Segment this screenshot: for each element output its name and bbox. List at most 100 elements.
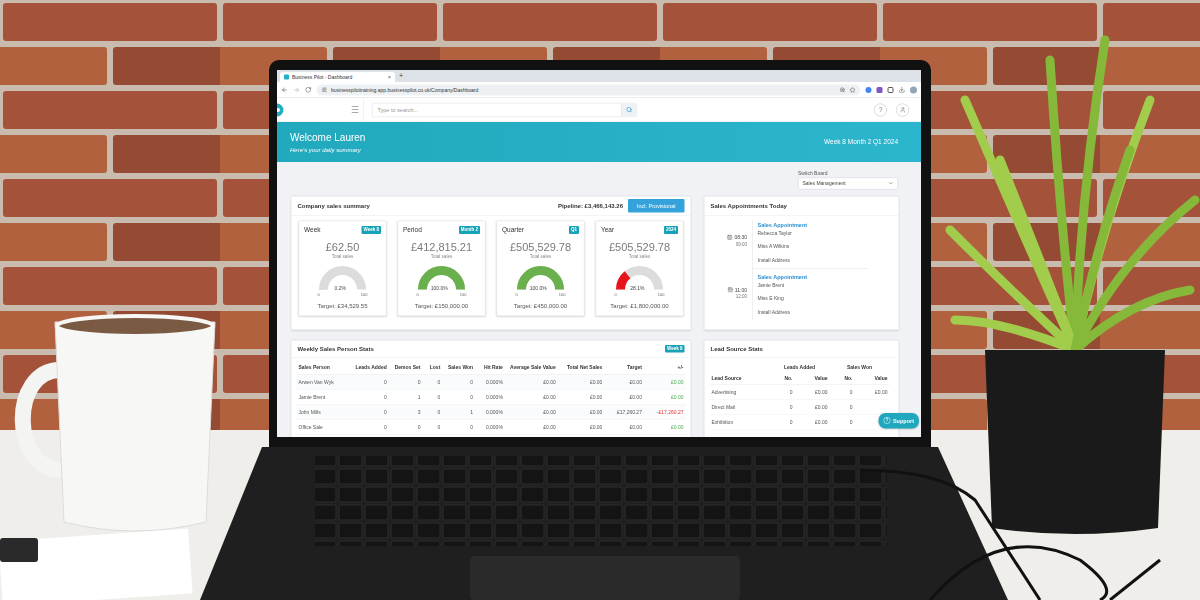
browser-tab-strip: Business Pilot - Dashboard× +: [277, 70, 921, 82]
table-row[interactable]: Office Sale00000.000%£0.00£0.00£0.00£0.0…: [297, 420, 686, 435]
table-row[interactable]: Exhibition0£0.000: [710, 415, 890, 430]
appointment-type-link[interactable]: Sales Appointment: [758, 221, 868, 229]
column-header[interactable]: Sales Won: [442, 361, 475, 375]
url-text: businesspilottraining.app.businesspilot.…: [331, 86, 478, 94]
column-header[interactable]: No.: [830, 373, 855, 385]
column-header[interactable]: Total Net Sales: [558, 361, 605, 375]
column-header[interactable]: Target: [604, 361, 644, 375]
switch-board-select[interactable]: Sales Management: [798, 177, 898, 189]
reload-icon[interactable]: [305, 87, 312, 94]
back-icon[interactable]: [281, 86, 288, 93]
current-period: Week 8 Month 2 Q1 2024: [824, 137, 898, 147]
total-value: £505,529.78: [609, 240, 670, 254]
table-cell: £0.00: [644, 390, 686, 405]
search-box[interactable]: Type to search...: [372, 103, 637, 117]
calendar-icon: [727, 287, 733, 293]
card-title: Quarter: [502, 225, 524, 235]
column-header[interactable]: +/-: [644, 361, 686, 375]
column-header[interactable]: Leads Added: [351, 361, 389, 375]
bookmark-star-icon[interactable]: [850, 87, 856, 93]
extension-icon[interactable]: [866, 87, 872, 93]
table-row[interactable]: Direct Mail0£0.000: [710, 400, 890, 415]
table-cell: 0: [389, 375, 423, 390]
metric-card: QuarterQ1£505,529.78Total sales0100.0%10…: [497, 221, 585, 316]
column-header[interactable]: Lead Source: [710, 373, 770, 385]
table-cell: Exhibition: [710, 415, 770, 430]
browser-tab[interactable]: Business Pilot - Dashboard×: [280, 72, 395, 82]
address-label: Install Address: [758, 256, 868, 264]
sales-person-table: Sales PersonLeads AddedDemos SetLostSale…: [297, 361, 686, 435]
new-tab-button[interactable]: +: [399, 71, 403, 83]
sales-rep: Jamie Brent: [758, 281, 868, 289]
logo-icon[interactable]: [277, 103, 284, 117]
gauge-max: 100: [658, 291, 665, 297]
table-cell: 1: [389, 390, 423, 405]
card-title: Company sales summary: [298, 201, 370, 210]
support-button[interactable]: ?Support: [878, 413, 919, 428]
target-text: Target: £150,000.00: [415, 301, 468, 310]
search-button[interactable]: [622, 103, 637, 116]
zoom-icon[interactable]: [840, 87, 846, 93]
site-info-icon[interactable]: [322, 87, 328, 93]
table-cell: Jamie Brent: [297, 390, 351, 405]
appointment-item[interactable]: 08:3009:00Sales AppointmentRebecca Taylo…: [705, 221, 899, 273]
target-text: Target: £450,000.00: [514, 301, 567, 310]
table-row[interactable]: Arwen Van Wyk00000.000%£0.00£0.00£0.00£0…: [297, 375, 686, 390]
switch-board-label: Switch Board: [798, 169, 898, 177]
column-header[interactable]: No.: [770, 373, 795, 385]
column-header[interactable]: Sales Person: [297, 361, 351, 375]
table-row[interactable]: Jamie Brent01000.000%£0.00£0.00£0.00£0.0…: [297, 390, 686, 405]
table-cell: £0.00: [558, 390, 605, 405]
provisional-toggle[interactable]: Incl. Provisional: [628, 199, 685, 212]
appointments-card: Sales Appointments Today08:3009:00Sales …: [704, 196, 899, 330]
search-input[interactable]: Type to search...: [373, 103, 622, 116]
table-cell: 1: [442, 405, 475, 420]
table-row[interactable]: Advertising0£0.000£0.00: [710, 385, 890, 400]
column-header[interactable]: Hit Rate: [475, 361, 505, 375]
dropdown-arrow-icon: [888, 181, 894, 187]
card-title: Year: [601, 225, 614, 235]
extension-icon[interactable]: [877, 87, 883, 93]
table-cell: £0.00: [795, 400, 830, 415]
table-cell: £0.00: [604, 390, 644, 405]
table-row[interactable]: John Mills03010.000%£0.00£0.00£17,260.27…: [297, 405, 686, 420]
table-cell: 0: [351, 405, 389, 420]
pipeline-value: Pipeline: £3,466,143.26: [558, 201, 623, 210]
gauge-max: 100: [460, 291, 467, 297]
gauge-min: 0: [318, 291, 320, 297]
forward-icon[interactable]: [293, 86, 300, 93]
gauge-max: 100: [559, 291, 566, 297]
gauge-percent: 28.1%: [630, 284, 644, 292]
gauge-percent: 0.2%: [335, 284, 346, 292]
appointment-item[interactable]: 11:0012:00Sales AppointmentJamie BrentMi…: [705, 273, 899, 321]
column-header[interactable]: Demos Set: [389, 361, 423, 375]
table-cell: £0.00: [795, 415, 830, 430]
column-header[interactable]: Value: [795, 373, 830, 385]
table-cell: £17,260.27: [604, 405, 644, 420]
menu-button[interactable]: ☰: [351, 103, 359, 117]
extension-icon[interactable]: [888, 87, 894, 93]
profile-avatar-icon[interactable]: [910, 86, 917, 93]
column-header[interactable]: Average Sale Value: [505, 361, 558, 375]
gauge-min: 0: [417, 291, 419, 297]
card-title: Lead Source Stats: [711, 344, 763, 353]
address-bar[interactable]: businesspilottraining.app.businesspilot.…: [317, 84, 861, 95]
appointment-type-link[interactable]: Sales Appointment: [758, 273, 868, 281]
table-cell: £0.00: [505, 390, 558, 405]
table-cell: Office Sale: [297, 420, 351, 435]
tab-close-button[interactable]: ×: [388, 73, 391, 81]
total-caption: Total sales: [629, 254, 650, 261]
table-cell: 0: [389, 420, 423, 435]
period-badge: Q1: [569, 226, 579, 234]
table-cell: £0.00: [558, 405, 605, 420]
lead-source-table: Leads AddedSales WonLead SourceNo.ValueN…: [710, 361, 890, 430]
search-icon: [626, 107, 633, 114]
tab-title: Business Pilot - Dashboard: [292, 73, 385, 81]
column-header[interactable]: Value: [855, 373, 890, 385]
table-cell: 0: [830, 400, 855, 415]
gauge-min: 0: [516, 291, 518, 297]
column-header[interactable]: Lost: [423, 361, 443, 375]
user-menu-button[interactable]: [896, 103, 909, 116]
help-button[interactable]: ?: [874, 103, 887, 116]
download-icon[interactable]: [899, 87, 906, 94]
